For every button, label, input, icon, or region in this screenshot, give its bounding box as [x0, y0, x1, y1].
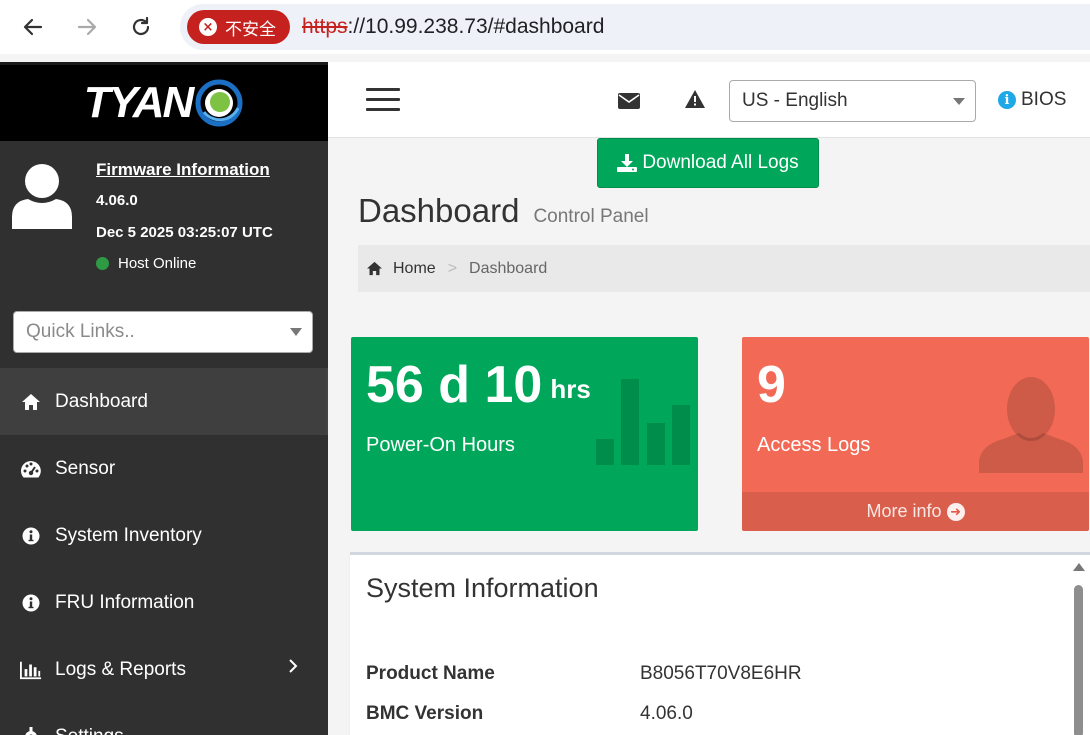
security-label: 不安全 [225, 19, 276, 40]
sidebar-item-logs-reports[interactable]: Logs & Reports [0, 636, 328, 703]
more-info-link[interactable]: More info ➜ [742, 492, 1089, 531]
access-logs-label: Access Logs [757, 434, 871, 456]
breadcrumb-separator: > [447, 259, 458, 277]
info-key: Product Name [366, 663, 495, 684]
power-on-label: Power-On Hours [366, 434, 515, 456]
home-icon [367, 261, 382, 276]
sidebar-item-sensor[interactable]: Sensor [0, 435, 328, 502]
sidebar-item-label: FRU Information [55, 591, 195, 613]
firmware-date: Dec 5 2025 03:25:07 UTC [96, 224, 273, 241]
page-title: Dashboard Control Panel [358, 192, 649, 230]
user-avatar-icon [12, 164, 72, 229]
system-information-title: System Information [366, 573, 599, 603]
top-header: US - English i BIOS [328, 62, 1090, 138]
home-icon [20, 392, 42, 412]
url-path: ://10.99.238.73/#dashboard [347, 15, 605, 38]
back-button[interactable] [18, 12, 48, 42]
firmware-version: 4.06.0 [96, 192, 138, 209]
more-info-label: More info [866, 501, 942, 521]
menu-toggle-button[interactable] [366, 88, 400, 112]
envelope-icon[interactable] [618, 93, 642, 115]
security-indicator[interactable]: × 不安全 [187, 10, 290, 44]
power-on-hours-tile: 56 d 10 hrs Power-On Hours [351, 337, 698, 531]
language-select[interactable]: US - English [729, 80, 976, 122]
scrollbar[interactable] [1068, 555, 1090, 735]
tyan-logo: TYAN [83, 78, 195, 127]
warning-triangle-icon[interactable] [684, 89, 708, 111]
breadcrumb-home[interactable]: Home [366, 260, 436, 278]
info-value: 4.06.0 [640, 703, 693, 724]
url-text[interactable]: https://10.99.238.73/#dashboard [302, 15, 604, 39]
breadcrumb: Home > Dashboard [358, 245, 1090, 292]
browser-toolbar: × 不安全 https://10.99.238.73/#dashboard [0, 0, 1090, 54]
power-on-value: 56 d 10 hrs [366, 355, 591, 415]
sidebar-item-label: System Inventory [55, 524, 202, 546]
sidebar-item-fru-information[interactable]: FRU Information [0, 569, 328, 636]
quick-links-select[interactable]: Quick Links.. [13, 311, 313, 353]
sidebar-item-label: Logs & Reports [55, 658, 186, 680]
sidebar-menu: Dashboard Sensor System Inventory FRU In… [0, 368, 328, 735]
hamburger-line [366, 88, 400, 91]
access-logs-count: 9 [757, 356, 786, 414]
warning-x-icon: × [199, 18, 217, 36]
reload-button[interactable] [126, 12, 156, 42]
bar-chart-icon [20, 660, 42, 680]
host-status-label: Host Online [118, 255, 197, 272]
url-scheme: https [302, 15, 348, 38]
user-silhouette-icon [979, 377, 1083, 473]
quick-links-placeholder: Quick Links.. [26, 321, 135, 342]
status-dot-icon [96, 257, 109, 270]
sidebar-item-label: Sensor [55, 457, 116, 479]
language-value: US - English [742, 90, 848, 111]
sidebar-item-settings[interactable]: Settings [0, 703, 328, 735]
breadcrumb-current: Dashboard [469, 259, 548, 277]
page-subtitle: Control Panel [533, 206, 649, 227]
info-key: BMC Version [366, 703, 484, 724]
sidebar: TYAN Firmware Information 4.06.0 Dec 5 2… [0, 62, 328, 735]
scroll-up-arrow-icon[interactable] [1073, 563, 1085, 571]
host-status: Host Online [96, 255, 196, 272]
breadcrumb-home-label: Home [393, 259, 436, 277]
logo-globe-icon [195, 79, 243, 127]
bios-link[interactable]: i BIOS [998, 89, 1066, 111]
page-title-text: Dashboard [358, 192, 520, 229]
firmware-information-link[interactable]: Firmware Information [96, 160, 270, 180]
power-on-number: 56 d 10 [366, 356, 543, 414]
reload-icon [132, 16, 150, 36]
dashboard-gauge-icon [20, 459, 42, 479]
forward-arrow-icon [77, 18, 97, 36]
user-panel: Firmware Information 4.06.0 Dec 5 2025 0… [0, 141, 328, 291]
power-on-unit: hrs [550, 374, 591, 404]
system-information-panel: System Information Product Name B8056T70… [350, 552, 1090, 735]
sidebar-item-label: Dashboard [55, 390, 148, 412]
download-button-label: Download All Logs [642, 152, 799, 173]
signal-bars-icon [596, 379, 690, 465]
access-logs-tile[interactable]: 9 Access Logs More info ➜ [742, 337, 1089, 531]
bios-label: BIOS [1021, 89, 1067, 110]
back-arrow-icon [23, 18, 43, 36]
arrow-circle-right-icon: ➜ [946, 502, 965, 521]
info-circle-icon [20, 526, 42, 546]
address-bar[interactable]: × 不安全 https://10.99.238.73/#dashboard [180, 4, 1090, 50]
hamburger-line [366, 98, 400, 101]
chevron-down-icon [290, 328, 302, 336]
info-value: B8056T70V8E6HR [640, 663, 802, 684]
gear-icon [20, 726, 42, 735]
chevron-down-icon [953, 98, 965, 105]
forward-button[interactable] [72, 12, 102, 42]
sidebar-item-system-inventory[interactable]: System Inventory [0, 502, 328, 569]
scroll-thumb[interactable] [1074, 585, 1083, 735]
chevron-right-icon [288, 658, 298, 679]
info-icon: i [998, 91, 1016, 109]
info-circle-icon [20, 593, 42, 613]
download-icon [617, 154, 638, 172]
sidebar-item-dashboard[interactable]: Dashboard [0, 368, 328, 435]
logo-area[interactable]: TYAN [0, 62, 328, 141]
sidebar-item-label: Settings [55, 726, 124, 735]
download-all-logs-button[interactable]: Download All Logs [597, 138, 819, 188]
hamburger-line [366, 108, 400, 111]
